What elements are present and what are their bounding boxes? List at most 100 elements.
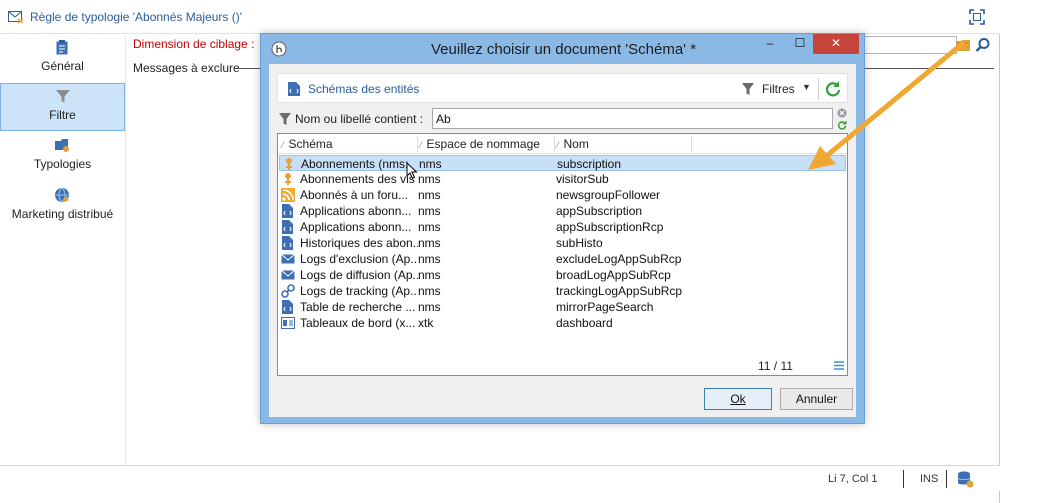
sidebar-item-typologies[interactable]: Typologies bbox=[0, 133, 125, 181]
table-row[interactable]: Abonnés à un foru... nms newsgroupFollower bbox=[279, 187, 846, 203]
sidebar-item-label: Marketing distribué bbox=[11, 207, 114, 221]
cell-namespace: nms bbox=[418, 300, 441, 314]
target-dimension-label: Dimension de ciblage : bbox=[133, 37, 255, 51]
search-icon[interactable] bbox=[975, 37, 991, 53]
cell-schema: Abonnés à un foru... bbox=[300, 188, 409, 202]
sidebar-item-label: Typologies bbox=[33, 157, 92, 171]
funnel-icon bbox=[56, 90, 70, 103]
tracking-icon bbox=[281, 284, 295, 298]
column-header-schema[interactable]: ⁄ Schéma bbox=[282, 137, 333, 151]
cell-name: broadLogAppSubRcp bbox=[556, 268, 671, 282]
cancel-button[interactable]: Annuler bbox=[780, 388, 853, 410]
close-button[interactable]: ✕ bbox=[813, 34, 859, 54]
cell-name: newsgroupFollower bbox=[556, 188, 661, 202]
subscription-icon bbox=[286, 158, 292, 170]
background-gutter bbox=[1001, 0, 1039, 503]
table-row[interactable]: Applications abonn... nms appSubscriptionR… bbox=[279, 219, 846, 235]
document-icon bbox=[282, 300, 293, 314]
cell-namespace: nms bbox=[418, 284, 441, 298]
cell-schema: Abonnements (nms: bbox=[301, 157, 409, 171]
filters-button[interactable]: Filtres bbox=[762, 82, 795, 96]
cell-name: visitorSub bbox=[556, 172, 609, 186]
status-bar: Li 7, Col 1 INS bbox=[0, 465, 1000, 491]
document-icon bbox=[288, 82, 300, 96]
list-menu-icon[interactable] bbox=[834, 361, 844, 370]
envelope-icon bbox=[281, 270, 295, 280]
cell-namespace: xtk bbox=[418, 316, 434, 330]
cell-schema: Abonnements des vis bbox=[300, 172, 415, 186]
column-header-namespace[interactable]: ⁄ Espace de nommage bbox=[420, 137, 540, 151]
envelope-icon bbox=[8, 11, 24, 24]
table-row[interactable]: Table de recherche ... nms mirrorPageSearc… bbox=[279, 299, 846, 315]
ok-button[interactable]: Ok bbox=[704, 388, 772, 410]
table-row[interactable]: Logs d'exclusion (Ap... nms excludeLogAppS… bbox=[279, 251, 846, 267]
cursor-position: Li 7, Col 1 bbox=[828, 473, 878, 485]
dialog-title: Veuillez choisir un document 'Schéma' * bbox=[431, 41, 697, 58]
minimize-button[interactable]: – bbox=[757, 34, 783, 54]
funnel-icon bbox=[279, 113, 291, 125]
search-input[interactable] bbox=[432, 108, 833, 129]
document-icon bbox=[282, 220, 293, 234]
app-logo-icon bbox=[271, 41, 287, 57]
chevron-down-icon[interactable]: ▼ bbox=[802, 82, 811, 92]
table-row[interactable]: Abonnements (nms: nms subscription bbox=[279, 155, 846, 171]
column-header-name[interactable]: ⁄ Nom bbox=[557, 137, 589, 151]
table-row[interactable]: Abonnements des vis nms visitorSub bbox=[279, 171, 846, 187]
cell-schema: Applications abonn... bbox=[300, 220, 412, 234]
cell-name: dashboard bbox=[556, 316, 613, 330]
sidebar: Général Filtre Typologies Marketing dist… bbox=[0, 35, 126, 465]
table-footer: 11 / 11 bbox=[278, 357, 847, 375]
cell-namespace: nms bbox=[418, 172, 441, 186]
divider bbox=[554, 136, 555, 152]
schema-table: ⁄ Schéma ⁄ Espace de nommage ⁄ Nom Abonneme… bbox=[277, 133, 848, 376]
dialog-body: Schémas des entités Filtres ▼ Nom ou lib… bbox=[269, 64, 856, 417]
restore-icon[interactable] bbox=[968, 8, 986, 26]
clear-icon[interactable] bbox=[837, 108, 847, 118]
cell-schema: Historiques des abon... bbox=[300, 236, 418, 250]
cell-schema: Applications abonn... bbox=[300, 204, 412, 218]
sidebar-item-general[interactable]: Général bbox=[0, 35, 125, 83]
sidebar-item-label: Général bbox=[41, 59, 84, 73]
refresh-icon[interactable] bbox=[824, 80, 842, 98]
cell-name: trackingLogAppSubRcp bbox=[556, 284, 683, 298]
exclude-messages-label: Messages à exclure bbox=[133, 61, 240, 75]
entity-schemas-label: Schémas des entités bbox=[308, 82, 420, 96]
divider bbox=[818, 78, 819, 100]
cell-name: appSubscriptionRcp bbox=[556, 220, 664, 234]
clipboard-icon bbox=[56, 40, 68, 55]
cell-namespace: nms bbox=[418, 204, 441, 218]
mouse-cursor-icon bbox=[406, 162, 418, 180]
table-row[interactable]: Applications abonn... nms appSubscription bbox=[279, 203, 846, 219]
database-icon[interactable] bbox=[956, 470, 974, 488]
maximize-button[interactable]: ☐ bbox=[787, 34, 813, 54]
divider bbox=[417, 136, 418, 152]
sidebar-item-distributed-marketing[interactable]: Marketing distribué bbox=[0, 183, 125, 231]
typology-icon bbox=[55, 139, 69, 152]
table-row[interactable]: Logs de diffusion (Ap... nms broadLogAppSu… bbox=[279, 267, 846, 283]
rss-icon bbox=[281, 188, 295, 202]
table-row[interactable]: Logs de tracking (Ap... nms trackingLogApp… bbox=[279, 283, 846, 299]
divider bbox=[691, 136, 692, 152]
window-title-bar: Règle de typologie 'Abonnés Majeurs ()' bbox=[0, 0, 1000, 34]
divider bbox=[903, 470, 904, 488]
sidebar-item-filter[interactable]: Filtre bbox=[0, 83, 125, 131]
search-row: Nom ou libellé contient : bbox=[277, 108, 848, 130]
table-row[interactable]: Historiques des abon... nms subHisto bbox=[279, 235, 846, 251]
cell-schema: Table de recherche ... bbox=[300, 300, 416, 314]
table-row[interactable]: Tableaux de bord (x... xtk dashboard bbox=[279, 315, 846, 331]
folder-icon[interactable] bbox=[955, 37, 971, 53]
dashboard-icon bbox=[281, 317, 295, 329]
cell-namespace: nms bbox=[418, 220, 441, 234]
refresh-icon[interactable] bbox=[837, 120, 847, 130]
dialog-title-bar: Veuillez choisir un document 'Schéma' * … bbox=[261, 34, 864, 64]
table-header: ⁄ Schéma ⁄ Espace de nommage ⁄ Nom bbox=[278, 134, 847, 154]
cell-name: appSubscription bbox=[556, 204, 643, 218]
target-dimension-input[interactable] bbox=[857, 36, 957, 54]
sidebar-item-label: Filtre bbox=[49, 108, 76, 122]
cell-namespace: nms bbox=[418, 268, 441, 282]
cell-namespace: nms bbox=[418, 188, 441, 202]
cell-namespace: nms bbox=[418, 236, 441, 250]
schema-chooser-dialog: Veuillez choisir un document 'Schéma' * … bbox=[260, 33, 865, 424]
subscription-icon bbox=[285, 173, 291, 185]
cell-name: subHisto bbox=[556, 236, 603, 250]
